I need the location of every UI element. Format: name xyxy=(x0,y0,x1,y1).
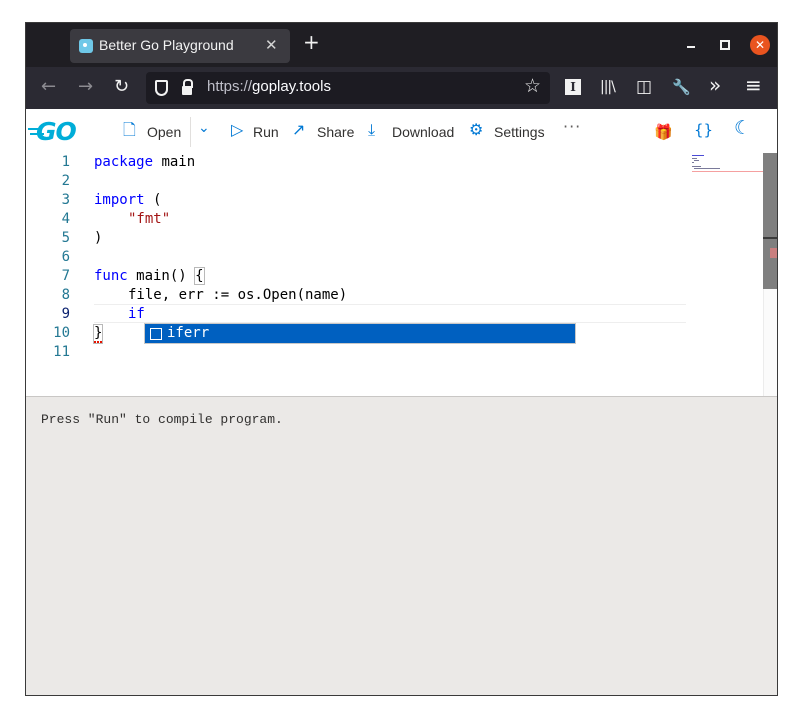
url-text[interactable]: https://goplay.tools xyxy=(207,78,331,95)
tab-strip: Better Go Playground ✕ + ✕ xyxy=(26,23,777,67)
new-tab-button[interactable]: + xyxy=(303,31,320,53)
back-button[interactable]: ← xyxy=(41,76,56,98)
run-label: Run xyxy=(253,124,279,140)
gopher-favicon-icon xyxy=(79,39,93,53)
keyword: package xyxy=(94,154,154,170)
format-code-icon[interactable]: {} xyxy=(694,120,713,140)
autocomplete-suggestion[interactable]: iferr xyxy=(144,323,576,344)
go-logo: GO xyxy=(28,117,77,146)
line-number: 10 xyxy=(53,325,70,341)
download-icon: ⤓ xyxy=(368,122,376,139)
url-prefix: https:// xyxy=(207,78,253,95)
line-number: 11 xyxy=(53,344,70,360)
code-line-8[interactable]: file, err := os.Open(name) xyxy=(128,286,347,305)
file-icon: 🗋 xyxy=(123,122,136,139)
output-message: Press "Run" to compile program. xyxy=(41,412,283,427)
tab-better-go-playground[interactable]: Better Go Playground ✕ xyxy=(70,29,290,63)
minimize-button[interactable] xyxy=(685,33,699,53)
matched-brace-error: } xyxy=(92,324,104,344)
gear-icon: ⚙ xyxy=(469,122,484,139)
line-number: 8 xyxy=(61,287,70,303)
minimap-line xyxy=(692,158,697,159)
code-line-3[interactable]: import ( xyxy=(94,191,161,210)
sidebar-icon[interactable]: ◫ xyxy=(636,76,652,98)
more-options-icon[interactable]: ··· xyxy=(563,117,581,136)
keyword: import xyxy=(94,192,145,208)
maximize-button[interactable] xyxy=(720,40,730,50)
code-line-9[interactable]: if xyxy=(128,305,145,324)
download-button[interactable]: ⤓ Download xyxy=(368,122,458,142)
line-number: 1 xyxy=(61,154,70,170)
forward-button[interactable]: → xyxy=(78,76,93,98)
code-text: main() xyxy=(127,268,196,284)
line-number: 6 xyxy=(61,249,70,265)
url-bar[interactable]: https://goplay.tools ☆ xyxy=(146,72,550,104)
download-label: Download xyxy=(392,124,455,140)
keyword: func xyxy=(94,268,128,284)
line-number-current: 9 xyxy=(61,306,70,322)
line-number: 5 xyxy=(61,230,70,246)
current-line-highlight xyxy=(94,304,686,323)
line-number: 4 xyxy=(61,211,70,227)
chevron-down-icon[interactable]: ⌄ xyxy=(198,120,210,136)
minimap-line xyxy=(694,168,720,169)
tracking-protection-shield-icon[interactable] xyxy=(155,80,168,96)
go-logo-text: GO xyxy=(36,117,77,146)
browser-window: Better Go Playground ✕ + ✕ ← → ↻ https:/… xyxy=(25,22,778,696)
url-host: goplay.tools xyxy=(252,78,331,95)
hamburger-menu-icon[interactable]: ≡ xyxy=(745,74,762,96)
code-editor[interactable]: 1 2 3 4 5 6 7 8 9 10 11 package main imp… xyxy=(26,153,777,396)
minimap-line xyxy=(692,166,701,167)
reload-button[interactable]: ↻ xyxy=(114,76,129,98)
settings-label: Settings xyxy=(494,124,545,140)
code-line-7[interactable]: func main() { xyxy=(94,267,205,286)
keyword: if xyxy=(128,306,145,322)
theme-moon-icon[interactable]: ☾ xyxy=(734,118,751,138)
string-literal: "fmt" xyxy=(128,211,171,227)
settings-button[interactable]: ⚙ Settings xyxy=(469,122,549,142)
line-number: 7 xyxy=(61,268,70,284)
navigation-bar: ← → ↻ https://goplay.tools ☆ I |||\ ◫ 🔧 … xyxy=(26,67,777,109)
tab-title: Better Go Playground xyxy=(99,37,234,53)
minimap-current-line xyxy=(692,171,763,172)
reader-view-icon[interactable]: I xyxy=(565,79,581,95)
line-number: 2 xyxy=(61,173,70,189)
lock-icon[interactable] xyxy=(182,79,193,95)
minimap-line xyxy=(692,162,694,163)
play-icon: ▷ xyxy=(231,122,244,139)
minimap-line xyxy=(694,160,699,161)
wrench-icon[interactable]: 🔧 xyxy=(672,76,691,98)
scrollbar-thumb[interactable] xyxy=(763,153,777,289)
close-window-button[interactable]: ✕ xyxy=(750,35,770,55)
minimap[interactable] xyxy=(692,153,763,396)
snippet-icon xyxy=(150,328,162,340)
minimap-line xyxy=(692,155,704,156)
overflow-chevrons-icon[interactable]: » xyxy=(709,74,721,96)
open-button[interactable]: 🗋 Open xyxy=(123,122,185,142)
code-line-5[interactable]: ) xyxy=(94,229,102,248)
code-text: ( xyxy=(144,192,162,208)
bookmark-star-icon[interactable]: ☆ xyxy=(524,75,541,97)
open-label: Open xyxy=(147,124,182,140)
share-button[interactable]: ↗ Share xyxy=(292,122,354,142)
playground-toolbar: GO 🗋 Open ⌄ ▷ Run ↗ Share ⤓ Download ⚙ S… xyxy=(26,109,777,153)
suggestion-label: iferr xyxy=(167,325,210,341)
share-label: Share xyxy=(317,124,355,140)
code-text: main xyxy=(153,154,196,170)
scrollbar-error-marker xyxy=(770,248,777,258)
share-icon: ↗ xyxy=(292,122,306,139)
output-panel: Press "Run" to compile program. xyxy=(26,396,777,695)
library-icon[interactable]: |||\ xyxy=(600,76,616,98)
gift-icon[interactable]: 🎁 xyxy=(654,122,673,142)
run-button[interactable]: ▷ Run xyxy=(231,122,281,142)
line-number: 3 xyxy=(61,192,70,208)
tab-close-icon[interactable]: ✕ xyxy=(265,36,278,54)
go-logo-speedlines xyxy=(28,128,42,130)
code-line-4[interactable]: "fmt" xyxy=(128,210,170,229)
matched-brace: { xyxy=(194,267,205,285)
code-line-10[interactable]: } xyxy=(92,324,104,344)
code-line-1[interactable]: package main xyxy=(94,153,195,172)
toolbar-divider xyxy=(190,117,191,147)
scrollbar-cursor-marker xyxy=(763,237,777,239)
